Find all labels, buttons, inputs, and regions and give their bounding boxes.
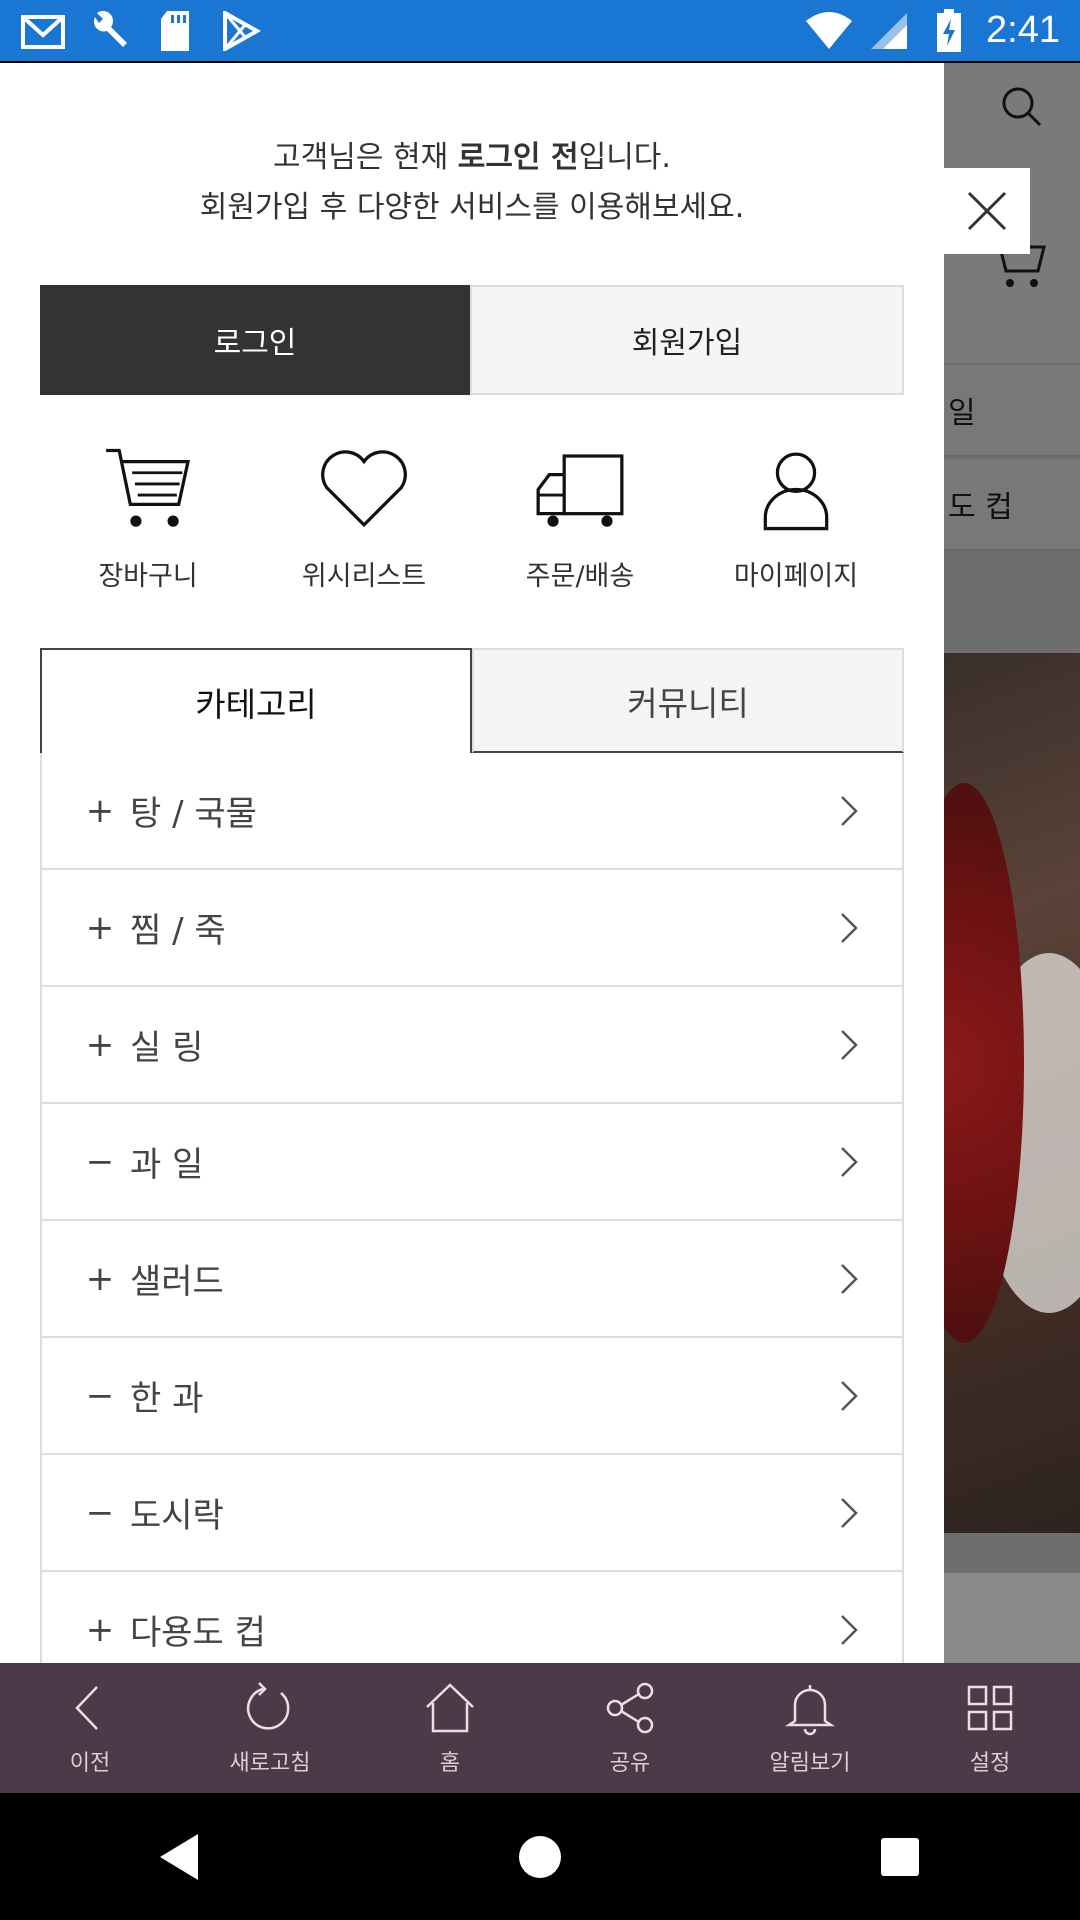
status-bar: 2:41 [0, 0, 1080, 61]
category-item[interactable]: − 과 일 [42, 1104, 902, 1221]
quick-link-orders[interactable]: 주문/배송 [472, 443, 688, 593]
chevron-right-icon [841, 913, 858, 943]
quick-link-label: 위시리스트 [301, 561, 427, 592]
background-bottom [944, 1573, 1080, 1663]
quick-link-label: 장바구니 [98, 561, 198, 592]
auth-buttons: 로그인 회원가입 [40, 285, 904, 395]
share-button[interactable]: 공유 [540, 1663, 720, 1793]
quick-link-label: 마이페이지 [733, 561, 859, 592]
play-store-icon [218, 8, 264, 54]
grid-icon [967, 1685, 1013, 1731]
person-icon [763, 452, 829, 531]
heart-icon [321, 450, 407, 528]
bottom-bar-label: 알림보기 [769, 1751, 851, 1776]
background-row: 일 [944, 365, 1080, 457]
back-button[interactable]: 이전 [0, 1663, 180, 1793]
category-name: 도시락 [130, 1496, 224, 1536]
chevron-right-icon [841, 1264, 858, 1294]
tab-community[interactable]: 커뮤니티 [472, 648, 904, 753]
category-item[interactable]: + 찜 / 죽 [42, 870, 902, 987]
gmail-icon [20, 8, 66, 54]
quick-link-cart[interactable]: 장바구니 [40, 443, 256, 593]
close-drawer-button[interactable] [944, 168, 1030, 254]
refresh-icon [246, 1682, 290, 1730]
collapse-icon: − [85, 1492, 115, 1533]
category-name: 한 과 [130, 1379, 204, 1419]
back-icon [75, 1686, 98, 1730]
category-name: 찜 / 죽 [130, 911, 226, 951]
chevron-right-icon [841, 1498, 858, 1528]
notice-line-1: 고객님은 현재 로그인 전입니다. [273, 140, 671, 175]
login-notice: 고객님은 현재 로그인 전입니다. 회원가입 후 다양한 서비스를 이용해보세요… [0, 133, 944, 233]
system-navigation-bar [0, 1793, 1080, 1920]
category-item[interactable]: + 샐러드 [42, 1221, 902, 1338]
notice-line-2: 회원가입 후 다양한 서비스를 이용해보세요. [199, 190, 745, 225]
chevron-right-icon [841, 1615, 858, 1645]
background-photo [944, 653, 1080, 1533]
category-name: 과 일 [130, 1145, 204, 1185]
wrench-icon [86, 8, 132, 54]
home-icon [426, 1683, 474, 1733]
join-button[interactable]: 회원가입 [470, 285, 904, 395]
home-button[interactable]: 홈 [360, 1663, 540, 1793]
close-icon [967, 191, 1007, 231]
category-item[interactable]: + 탕 / 국물 [42, 753, 902, 870]
square-recents-icon [881, 1837, 919, 1876]
expand-icon: + [85, 1258, 115, 1299]
category-item[interactable]: − 한 과 [42, 1338, 902, 1455]
collapse-icon: − [85, 1375, 115, 1416]
quick-link-wishlist[interactable]: 위시리스트 [256, 443, 472, 593]
chevron-right-icon [841, 1147, 858, 1177]
quick-link-label: 주문/배송 [525, 561, 635, 592]
notifications-button[interactable]: 알림보기 [720, 1663, 900, 1793]
battery-charging-icon [926, 8, 972, 54]
app-bottom-bar: 이전 새로고침 홈 공유 알림보기 설정 [0, 1663, 1080, 1793]
category-name: 샐러드 [130, 1262, 224, 1302]
background-page: 일 도 컵 [944, 63, 1080, 1663]
category-name: 다용도 컵 [130, 1613, 266, 1653]
clock: 2:41 [986, 9, 1060, 51]
refresh-button[interactable]: 새로고침 [180, 1663, 360, 1793]
category-item[interactable]: − 도시락 [42, 1455, 902, 1572]
category-name: 실 링 [130, 1028, 204, 1068]
category-name: 탕 / 국물 [130, 794, 257, 834]
chevron-right-icon [841, 1030, 858, 1060]
bell-icon [784, 1685, 836, 1736]
wifi-icon [806, 8, 853, 54]
side-drawer: 고객님은 현재 로그인 전입니다. 회원가입 후 다양한 서비스를 이용해보세요… [0, 63, 944, 1663]
cart-icon [106, 448, 191, 527]
tab-category[interactable]: 카테고리 [40, 648, 472, 753]
nav-recents-button[interactable] [860, 1817, 940, 1897]
collapse-icon: − [85, 1141, 115, 1182]
nav-home-button[interactable] [500, 1817, 580, 1897]
settings-button[interactable]: 설정 [900, 1663, 1080, 1793]
bottom-bar-label: 새로고침 [229, 1751, 311, 1776]
login-button[interactable]: 로그인 [40, 285, 470, 395]
bottom-bar-label: 설정 [969, 1751, 1011, 1776]
truck-icon [536, 454, 624, 527]
nav-back-button[interactable] [140, 1817, 220, 1897]
signal-icon [866, 8, 912, 54]
share-icon [606, 1682, 654, 1734]
bottom-bar-label: 홈 [439, 1751, 461, 1776]
expand-icon: + [85, 907, 115, 948]
sd-card-icon [152, 8, 198, 54]
triangle-back-icon [160, 1833, 198, 1880]
drawer-tabs: 카테고리 커뮤니티 [40, 648, 904, 753]
expand-icon: + [85, 1609, 115, 1650]
background-row: 도 컵 [944, 459, 1080, 551]
expand-icon: + [85, 790, 115, 831]
search-icon [1002, 87, 1042, 127]
quick-links: 장바구니 위시리스트 주문/배송 마이페이지 [40, 443, 904, 593]
category-list: + 탕 / 국물 + 찜 / 죽 + 실 링 − 과 일 + 샐러드 − 한 과 [40, 753, 904, 1663]
bottom-bar-label: 이전 [69, 1751, 111, 1776]
bottom-bar-label: 공유 [609, 1751, 651, 1776]
circle-home-icon [519, 1835, 561, 1878]
category-item[interactable]: + 실 링 [42, 987, 902, 1104]
chevron-right-icon [841, 796, 858, 826]
chevron-right-icon [841, 1381, 858, 1411]
expand-icon: + [85, 1024, 115, 1065]
quick-link-mypage[interactable]: 마이페이지 [688, 443, 904, 593]
category-item[interactable]: + 다용도 컵 [42, 1572, 902, 1663]
